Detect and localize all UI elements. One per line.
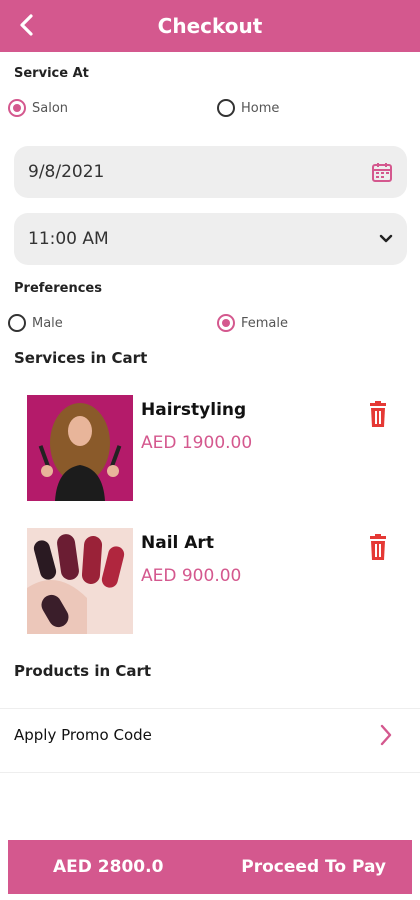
radio-home[interactable]: Home — [217, 99, 279, 117]
time-value: 11:00 AM — [28, 229, 109, 249]
preferences-label: Preferences — [14, 281, 102, 296]
proceed-to-pay-button[interactable]: AED 2800.0 Proceed To Pay — [8, 840, 412, 894]
radio-salon[interactable]: Salon — [8, 99, 68, 117]
cart-item: Hairstyling AED 1900.00 — [27, 395, 407, 501]
back-button[interactable] — [12, 10, 42, 40]
radio-female[interactable]: Female — [217, 314, 288, 332]
service-name: Nail Art — [141, 533, 214, 553]
services-cart-title: Services in Cart — [14, 349, 148, 367]
chevron-down-icon — [379, 234, 393, 243]
radio-salon-label: Salon — [32, 100, 69, 116]
radio-male-label: Male — [32, 315, 63, 331]
delete-icon[interactable] — [367, 401, 389, 429]
divider — [0, 708, 420, 709]
promo-code-row[interactable]: Apply Promo Code — [0, 710, 420, 760]
service-at-label: Service At — [14, 66, 89, 81]
radio-button[interactable] — [217, 99, 235, 117]
promo-code-label: Apply Promo Code — [14, 726, 152, 744]
nail-art-image — [27, 528, 133, 634]
cart-item: Nail Art AED 900.00 — [27, 528, 407, 634]
radio-button[interactable] — [8, 314, 26, 332]
delete-icon[interactable] — [367, 534, 389, 562]
proceed-to-pay-label: Proceed To Pay — [241, 857, 386, 877]
calendar-icon[interactable] — [371, 161, 393, 183]
page-title: Checkout — [157, 14, 263, 38]
service-name: Hairstyling — [141, 400, 247, 420]
time-dropdown[interactable]: 11:00 AM — [14, 213, 407, 265]
radio-female-label: Female — [241, 315, 289, 331]
service-price: AED 1900.00 — [141, 433, 253, 453]
back-arrow-icon — [20, 14, 33, 36]
radio-button[interactable] — [217, 314, 235, 332]
date-value: 9/8/2021 — [28, 162, 105, 182]
cart-total: AED 2800.0 — [53, 857, 164, 877]
divider — [0, 772, 420, 773]
radio-male[interactable]: Male — [8, 314, 63, 332]
app-header: Checkout — [0, 0, 420, 52]
hairstyling-image — [27, 395, 133, 501]
date-field[interactable]: 9/8/2021 — [14, 146, 407, 198]
radio-button[interactable] — [8, 99, 26, 117]
chevron-right-icon — [380, 724, 392, 746]
radio-home-label: Home — [241, 100, 280, 116]
products-cart-title: Products in Cart — [14, 662, 152, 680]
service-price: AED 900.00 — [141, 566, 242, 586]
